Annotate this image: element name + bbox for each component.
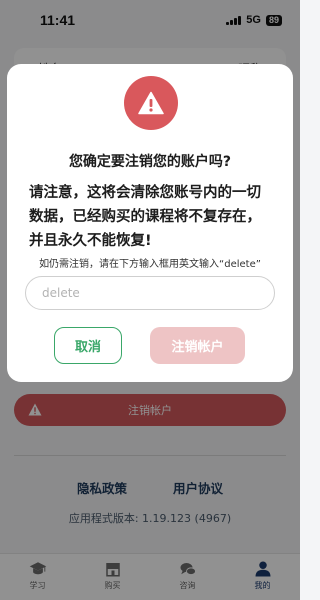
dialog-hint: 如仍需注销，请在下方输入框用英文输入“delete” [39, 259, 261, 270]
delete-account-dialog: 您确定要注销您的账户吗? 请注意，这将会清除您账号内的一切数据，已经购买的课程将… [7, 64, 293, 382]
dialog-warning-text: 请注意，这将会清除您账号内的一切数据，已经购买的课程将不复存在，并且永久不能恢复… [29, 185, 261, 249]
dialog-title: 您确定要注销您的账户吗? [68, 154, 232, 170]
warning-triangle-icon [124, 76, 178, 130]
cancel-button[interactable]: 取消 [54, 327, 122, 364]
confirm-delete-button[interactable]: 注销帐户 [150, 327, 245, 364]
confirm-delete-input[interactable] [25, 276, 275, 310]
